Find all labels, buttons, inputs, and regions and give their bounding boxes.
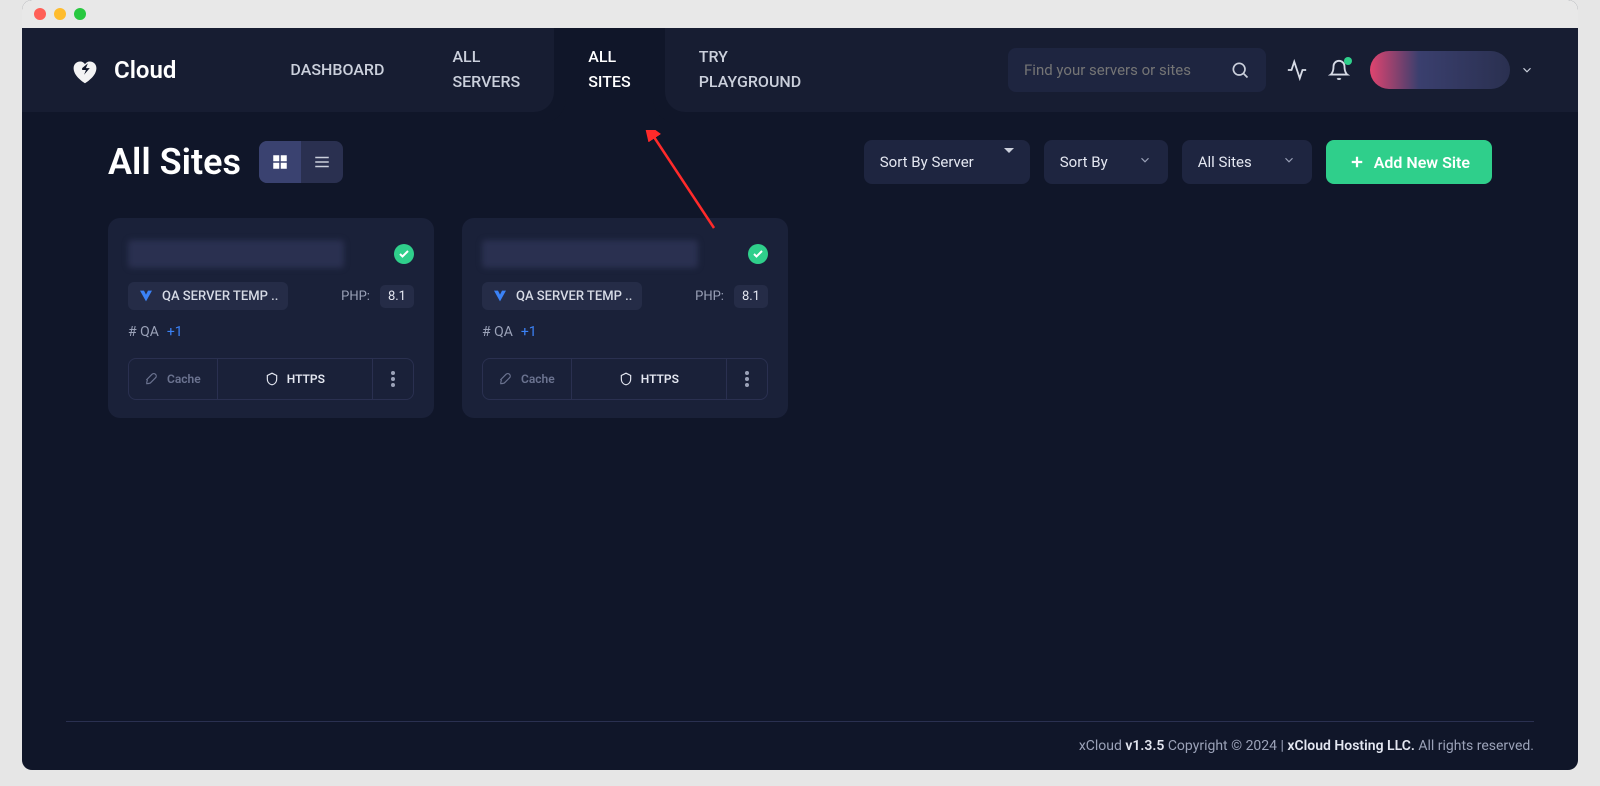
window-titlebar [22,0,1578,28]
server-chip-label: QA SERVER TEMP .. [516,289,632,304]
tag[interactable]: # QA [128,324,159,340]
caret-down-icon [1004,148,1014,171]
tag-more[interactable]: +1 [167,324,183,340]
footer-suffix: All rights reserved. [1415,738,1534,754]
footer: xCloud v1.3.5 Copyright © 2024 | xCloud … [66,721,1534,770]
sites-filter-select[interactable]: All Sites [1182,140,1312,184]
search-input[interactable] [1024,61,1230,79]
site-card[interactable]: QA SERVER TEMP .. PHP: 8.1 # QA +1 Cache [108,218,434,418]
server-chip[interactable]: QA SERVER TEMP .. [128,282,288,310]
kebab-icon [391,371,395,387]
footer-prefix: xCloud [1079,738,1126,754]
footer-version: v1.3.5 [1125,738,1164,754]
https-button[interactable]: HTTPS [572,359,727,399]
sort-by-select[interactable]: Sort By [1044,140,1168,184]
sort-by-server-label: Sort By Server [880,153,974,171]
site-name-redacted [128,240,344,268]
global-search[interactable] [1008,48,1266,92]
chevron-down-icon [1520,63,1534,77]
notifications-icon[interactable] [1328,59,1350,81]
avatar [1370,51,1510,89]
tag-more[interactable]: +1 [521,324,537,340]
cache-button[interactable]: Cache [483,359,572,399]
vultr-icon [138,288,154,304]
grid-view-button[interactable] [259,141,301,183]
nav-all-sites[interactable]: ALL SITES [554,28,664,112]
status-ok-icon [394,244,414,264]
vultr-icon [492,288,508,304]
php-label: PHP: [341,289,370,304]
card-more-button[interactable] [727,359,767,399]
window-close[interactable] [34,8,46,20]
brand-name: Cloud [114,56,176,84]
site-name-redacted [482,240,698,268]
chevron-down-icon [1138,153,1152,167]
php-version: 8.1 [734,285,768,308]
site-card[interactable]: QA SERVER TEMP .. PHP: 8.1 # QA +1 Cache [462,218,788,418]
activity-icon[interactable] [1286,59,1308,81]
shield-icon [619,372,633,386]
app-header: Cloud DASHBOARD ALL SERVERS ALL SITES TR… [22,28,1578,112]
sort-by-label: Sort By [1060,153,1108,171]
card-more-button[interactable] [373,359,413,399]
https-button[interactable]: HTTPS [218,359,373,399]
status-ok-icon [748,244,768,264]
sort-by-server-select[interactable]: Sort By Server [864,140,1030,184]
add-new-site-button[interactable]: Add New Site [1326,140,1492,184]
site-cards: QA SERVER TEMP .. PHP: 8.1 # QA +1 Cache [108,218,1492,418]
add-new-site-label: Add New Site [1374,153,1470,172]
search-icon[interactable] [1230,60,1250,80]
cache-label: Cache [521,372,555,386]
heart-cloud-icon [66,51,104,89]
user-menu[interactable] [1370,51,1534,89]
sites-filter-label: All Sites [1198,153,1252,171]
server-chip[interactable]: QA SERVER TEMP .. [482,282,642,310]
window-maximize[interactable] [74,8,86,20]
rocket-icon [499,372,513,386]
php-version: 8.1 [380,285,414,308]
php-label: PHP: [695,289,724,304]
shield-icon [265,372,279,386]
server-chip-label: QA SERVER TEMP .. [162,289,278,304]
brand-logo[interactable]: Cloud [66,51,176,89]
window-minimize[interactable] [54,8,66,20]
notification-dot [1344,57,1352,65]
nav-dashboard[interactable]: DASHBOARD [256,28,418,112]
tag[interactable]: # QA [482,324,513,340]
cache-label: Cache [167,372,201,386]
rocket-icon [145,372,159,386]
view-toggle [259,141,343,183]
chevron-down-icon [1282,153,1296,167]
tags-row: # QA +1 [482,324,768,340]
https-label: HTTPS [287,372,325,386]
cache-button[interactable]: Cache [129,359,218,399]
page-title: All Sites [108,141,241,183]
footer-company: xCloud Hosting LLC. [1287,738,1414,754]
plus-icon [1348,153,1366,171]
main-nav: DASHBOARD ALL SERVERS ALL SITES TRY PLAY… [256,28,835,112]
kebab-icon [745,371,749,387]
https-label: HTTPS [641,372,679,386]
footer-mid: Copyright © 2024 | [1164,738,1287,754]
list-view-button[interactable] [301,141,343,183]
tags-row: # QA +1 [128,324,414,340]
nav-try-playground[interactable]: TRY PLAYGROUND [665,28,836,112]
